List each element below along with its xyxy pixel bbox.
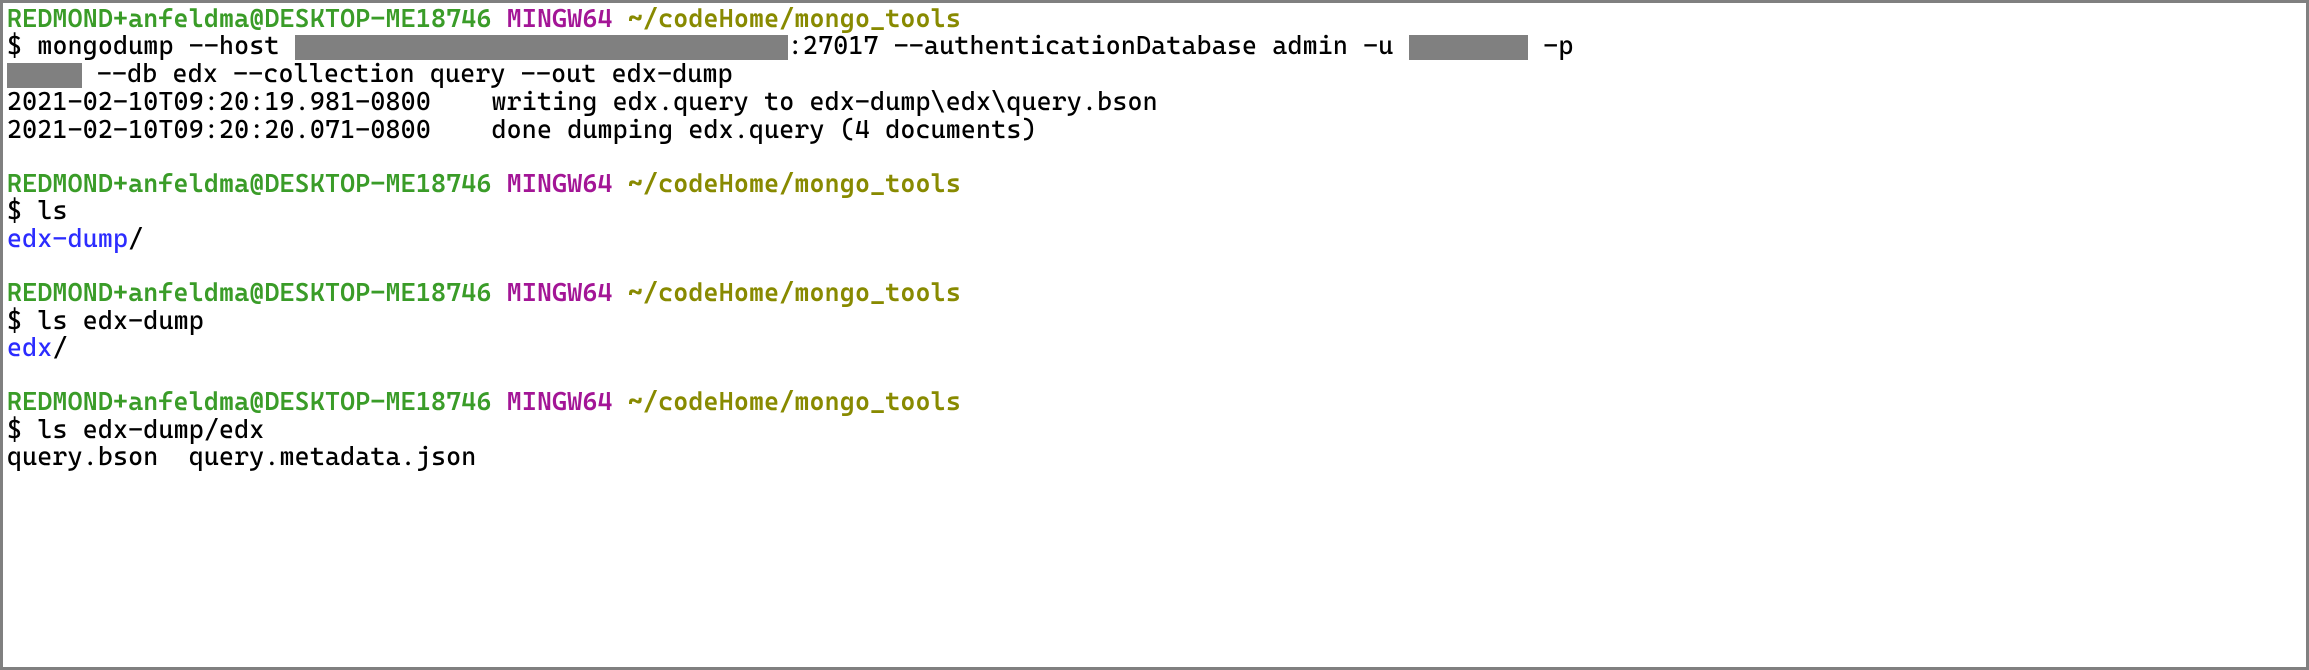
prompt-line: REDMOND+anfeldma@DESKTOP-ME18746 MINGW64… — [7, 277, 961, 307]
redacted-user — [1409, 35, 1529, 61]
cmd-mongodump-mid: :27017 --authenticationDatabase admin -u — [788, 30, 1409, 60]
terminal-window[interactable]: REDMOND+anfeldma@DESKTOP-ME18746 MINGW64… — [0, 0, 2309, 670]
prompt-user-host: REDMOND+anfeldma@DESKTOP-ME18746 — [7, 277, 492, 307]
prompt-shell: MINGW64 — [507, 3, 613, 33]
prompt-user-host: REDMOND+anfeldma@DESKTOP-ME18746 — [7, 386, 492, 416]
prompt-shell: MINGW64 — [507, 168, 613, 198]
cmd-ls-edx: ls edx-dump/edx — [37, 414, 264, 444]
output-line: query.bson query.metadata.json — [7, 441, 476, 471]
prompt-cwd: ~/codeHome/mongo_tools — [628, 168, 961, 198]
dir-slash: / — [128, 223, 143, 253]
prompt-symbol: $ — [7, 30, 22, 60]
prompt-shell: MINGW64 — [507, 277, 613, 307]
prompt-cwd: ~/codeHome/mongo_tools — [628, 277, 961, 307]
prompt-line: REDMOND+anfeldma@DESKTOP-ME18746 MINGW64… — [7, 168, 961, 198]
dir-entry: edx — [7, 332, 52, 362]
output-line: 2021-02-10T09:20:19.981-0800 writing edx… — [7, 86, 1158, 116]
prompt-line: REDMOND+anfeldma@DESKTOP-ME18746 MINGW64… — [7, 386, 961, 416]
prompt-symbol: $ — [7, 414, 22, 444]
prompt-symbol: $ — [7, 195, 22, 225]
prompt-user-host: REDMOND+anfeldma@DESKTOP-ME18746 — [7, 3, 492, 33]
cmd-ls-edxdump: ls edx-dump — [37, 305, 204, 335]
cmd-mongodump-p: -p — [1528, 30, 1589, 60]
redacted-pass — [7, 63, 82, 89]
prompt-symbol: $ — [7, 305, 22, 335]
prompt-line: REDMOND+anfeldma@DESKTOP-ME18746 MINGW64… — [7, 3, 961, 33]
prompt-cwd: ~/codeHome/mongo_tools — [628, 386, 961, 416]
cmd-mongodump-pre: mongodump --host — [37, 30, 294, 60]
output-line: 2021-02-10T09:20:20.071-0800 done dumpin… — [7, 114, 1037, 144]
redacted-host — [295, 35, 788, 61]
cmd-mongodump-line2: --db edx --collection query --out edx-du… — [82, 58, 733, 88]
prompt-user-host: REDMOND+anfeldma@DESKTOP-ME18746 — [7, 168, 492, 198]
dir-slash: / — [52, 332, 67, 362]
prompt-cwd: ~/codeHome/mongo_tools — [628, 3, 961, 33]
prompt-shell: MINGW64 — [507, 386, 613, 416]
cmd-ls: ls — [37, 195, 67, 225]
dir-entry: edx-dump — [7, 223, 128, 253]
